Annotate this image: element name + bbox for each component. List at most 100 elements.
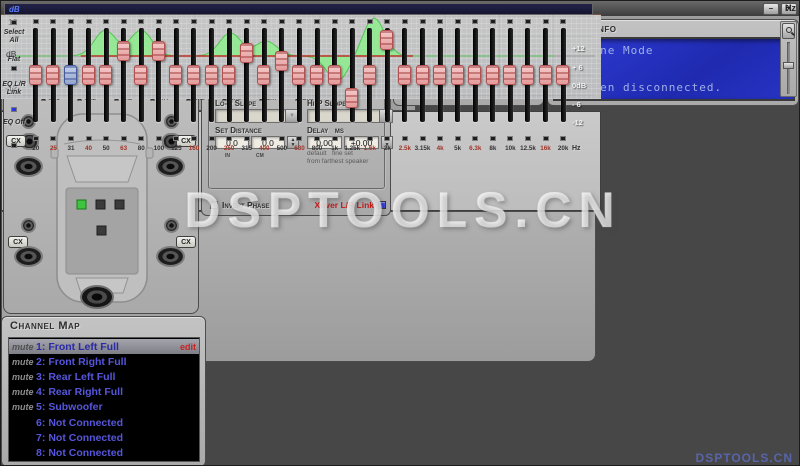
woofer-icon[interactable] (14, 246, 43, 267)
woofer-icon[interactable] (156, 246, 185, 267)
eq-slider-thumb[interactable] (240, 43, 253, 63)
eq-band-slider[interactable] (473, 28, 478, 122)
eq-slider-thumb[interactable] (328, 65, 341, 85)
eq-band-frequency: 125 (168, 145, 186, 152)
eq-band-column: 1.25k (343, 15, 361, 150)
eq-band-slider[interactable] (455, 28, 460, 122)
eq-slider-thumb[interactable] (64, 65, 77, 85)
cx-badge[interactable]: CX (176, 236, 196, 248)
eq-slider-thumb[interactable] (29, 65, 42, 85)
listening-position[interactable] (115, 200, 124, 209)
eq-band-slider[interactable] (543, 28, 548, 122)
mute-tag[interactable]: mute (12, 372, 36, 382)
listening-position-selected[interactable] (77, 200, 86, 209)
select-all-led-icon[interactable] (11, 20, 17, 25)
listening-position[interactable] (96, 200, 105, 209)
eq-slider-thumb[interactable] (310, 65, 323, 85)
subwoofer-icon[interactable] (80, 285, 114, 309)
eq-band-slider[interactable] (315, 28, 320, 122)
eq-slider-thumb[interactable] (380, 30, 393, 50)
channel-map-row[interactable]: 6: Not Connected edit (9, 415, 199, 430)
mute-tag[interactable]: mute (12, 402, 36, 412)
eq-slider-thumb[interactable] (205, 65, 218, 85)
eq-band-slider[interactable] (191, 28, 196, 122)
eq-slider-thumb[interactable] (521, 65, 534, 85)
eq-slider-thumb[interactable] (539, 65, 552, 85)
eq-slider-thumb[interactable] (486, 65, 499, 85)
eq-band-slider[interactable] (420, 28, 425, 122)
eq-slider-thumb[interactable] (187, 65, 200, 85)
eq-band-slider[interactable] (156, 28, 161, 122)
eq-slider-thumb[interactable] (398, 65, 411, 85)
woofer-icon[interactable] (156, 156, 185, 177)
eq-band-slider[interactable] (262, 28, 267, 122)
eq-band-slider[interactable] (104, 28, 109, 122)
mute-tag[interactable]: mute (12, 342, 36, 352)
eq-band-slider[interactable] (68, 28, 73, 122)
eq-slider-thumb[interactable] (99, 65, 112, 85)
eq-slider-thumb[interactable] (345, 88, 358, 108)
eq-slider-thumb[interactable] (117, 41, 130, 61)
eq-band-slider[interactable] (438, 28, 443, 122)
eq-off-label: EQ Off (1, 119, 27, 127)
listening-position[interactable] (97, 226, 106, 235)
eq-slider-thumb[interactable] (134, 65, 147, 85)
eq-slider-thumb[interactable] (503, 65, 516, 85)
eq-band-slider[interactable] (385, 28, 390, 122)
zoom-button[interactable] (782, 23, 795, 39)
eq-slider-thumb[interactable] (363, 65, 376, 85)
channel-map-row[interactable]: 8: Not Connected edit (9, 445, 199, 460)
eq-slider-thumb[interactable] (416, 65, 429, 85)
eq-band-slider[interactable] (367, 28, 372, 122)
eq-band-slider[interactable] (33, 28, 38, 122)
eq-slider-thumb[interactable] (433, 65, 446, 85)
eq-band-slider[interactable] (508, 28, 513, 122)
eq-band-slider[interactable] (332, 28, 337, 122)
eq-band-slider[interactable] (121, 28, 126, 122)
eq-band-slider[interactable] (297, 28, 302, 122)
tweeter-icon[interactable] (164, 218, 179, 233)
channel-map-row[interactable]: mute 1: Front Left Full edit (9, 339, 199, 354)
eq-slider-thumb[interactable] (468, 65, 481, 85)
eq-band-slider[interactable] (279, 28, 284, 122)
flat-button[interactable] (11, 66, 17, 71)
eq-slider-thumb[interactable] (257, 65, 270, 85)
eq-band-frequency: 5k (449, 145, 467, 152)
eq-lr-link-toggle[interactable] (11, 107, 17, 112)
mute-tag[interactable]: mute (12, 387, 36, 397)
eq-slider-thumb[interactable] (292, 65, 305, 85)
eq-band-slider[interactable] (209, 28, 214, 122)
graph-zoom-thumb[interactable] (783, 62, 794, 69)
tweeter-icon[interactable] (21, 218, 36, 233)
invert-phase-checkbox[interactable] (210, 201, 218, 209)
channel-map-row[interactable]: mute 5: Subwoofer edit (9, 400, 199, 415)
eq-slider-thumb[interactable] (451, 65, 464, 85)
eq-slider-thumb[interactable] (46, 65, 59, 85)
channel-map-row[interactable]: mute 3: Rear Left Full edit (9, 369, 199, 384)
xover-link-toggle[interactable] (378, 201, 386, 209)
eq-slider-thumb[interactable] (169, 65, 182, 85)
channel-map-row[interactable]: 7: Not Connected edit (9, 430, 199, 445)
channel-map-row[interactable]: mute 2: Front Right Full edit (9, 354, 199, 369)
channel-map-row[interactable]: mute 4: Rear Right Full edit (9, 385, 199, 400)
eq-slider-thumb[interactable] (222, 65, 235, 85)
mute-tag[interactable]: mute (12, 357, 36, 367)
eq-band-slider[interactable] (174, 28, 179, 122)
eq-band-slider[interactable] (402, 28, 407, 122)
eq-band-slider[interactable] (490, 28, 495, 122)
eq-slider-thumb[interactable] (152, 41, 165, 61)
eq-band-slider[interactable] (244, 28, 249, 122)
eq-band-slider[interactable] (525, 28, 530, 122)
eq-slider-thumb[interactable] (275, 51, 288, 71)
eq-slider-thumb[interactable] (82, 65, 95, 85)
woofer-icon[interactable] (14, 156, 43, 177)
eq-band-slider[interactable] (86, 28, 91, 122)
eq-band-slider[interactable] (561, 28, 566, 122)
eq-band-slider[interactable] (139, 28, 144, 122)
eq-slider-thumb[interactable] (556, 65, 569, 85)
edit-link[interactable]: edit (180, 342, 196, 352)
eq-band-slider[interactable] (51, 28, 56, 122)
eq-band-slider[interactable] (227, 28, 232, 122)
eq-band-slider[interactable] (350, 28, 355, 122)
eq-off-button[interactable] (11, 143, 17, 148)
